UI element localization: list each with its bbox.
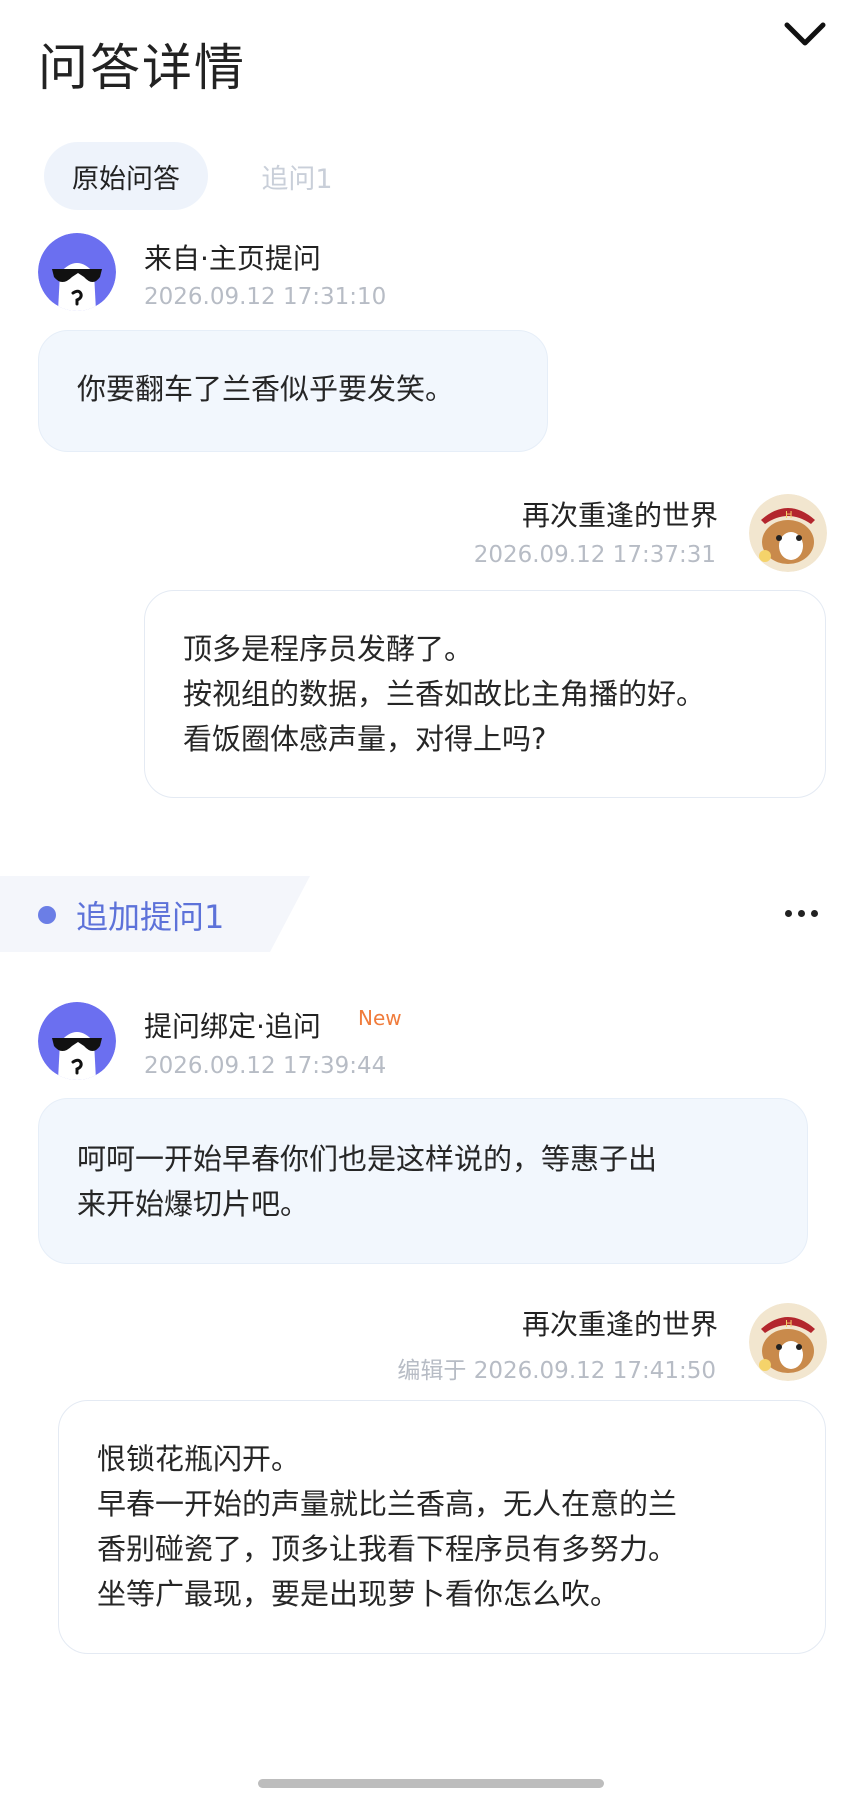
followup-question-line: 来开始爆切片吧。	[77, 1187, 310, 1221]
question-time: 2026.09.12 17:31:10	[144, 284, 387, 310]
answer-line: 看饭圈体感声量，对得上吗?	[183, 722, 547, 756]
new-badge: New	[358, 1006, 402, 1030]
dog-avatar-icon[interactable]: H	[749, 1303, 827, 1381]
tab-original[interactable]: 原始问答	[44, 142, 208, 210]
followup-answer-line: 坐等广最现，要是出现萝卜看你怎么吹。	[97, 1577, 620, 1611]
answer-time: 2026.09.12 17:37:31	[473, 542, 716, 568]
dog-avatar-icon[interactable]: H	[749, 494, 827, 572]
anonymous-avatar-icon	[38, 1002, 116, 1080]
followup-question-source: 提问绑定·追问	[144, 1010, 321, 1043]
followup-question-bubble: 呵呵一开始早春你们也是这样说的，等惠子出 来开始爆切片吧。	[38, 1098, 808, 1264]
question-text: 你要翻车了兰香似乎要发笑。	[77, 372, 455, 406]
answer-bubble: 顶多是程序员发酵了。 按视组的数据，兰香如故比主角播的好。 看饭圈体感声量，对得…	[144, 590, 826, 798]
answer-line: 按视组的数据，兰香如故比主角播的好。	[183, 677, 706, 711]
followup-answer-bubble: 恨锁花瓶闪开。 早春一开始的声量就比兰香高，无人在意的兰 香别碰瓷了，顶多让我看…	[58, 1400, 826, 1654]
answer-author[interactable]: 再次重逢的世界	[522, 494, 718, 534]
more-icon[interactable]	[776, 893, 826, 933]
followup-label: 追加提问1	[76, 898, 225, 936]
followup-question-line: 呵呵一开始早春你们也是这样说的，等惠子出	[77, 1142, 658, 1176]
answer-line: 顶多是程序员发酵了。	[183, 632, 474, 666]
chevron-down-icon[interactable]	[775, 10, 835, 60]
followup-answer-line: 香别碰瓷了，顶多让我看下程序员有多努力。	[97, 1532, 678, 1566]
tab-followup-1[interactable]: 追问1	[242, 142, 352, 210]
followup-answer-line: 恨锁花瓶闪开。	[97, 1442, 301, 1476]
question-bubble: 你要翻车了兰香似乎要发笑。	[38, 330, 548, 452]
page-title: 问答详情	[38, 39, 246, 97]
anonymous-avatar-icon	[38, 233, 116, 311]
followup-answer-author[interactable]: 再次重逢的世界	[522, 1303, 718, 1343]
followup-question-time: 2026.09.12 17:39:44	[144, 1053, 387, 1079]
svg-text:H: H	[785, 1319, 793, 1330]
followup-answer-line: 早春一开始的声量就比兰香高，无人在意的兰	[97, 1487, 678, 1521]
svg-text:H: H	[785, 510, 793, 521]
followup-answer-time: 编辑于 2026.09.12 17:41:50	[397, 1358, 716, 1384]
followup-dot-icon	[38, 906, 56, 924]
question-source: 来自·主页提问	[144, 242, 321, 275]
home-indicator[interactable]	[258, 1779, 604, 1788]
